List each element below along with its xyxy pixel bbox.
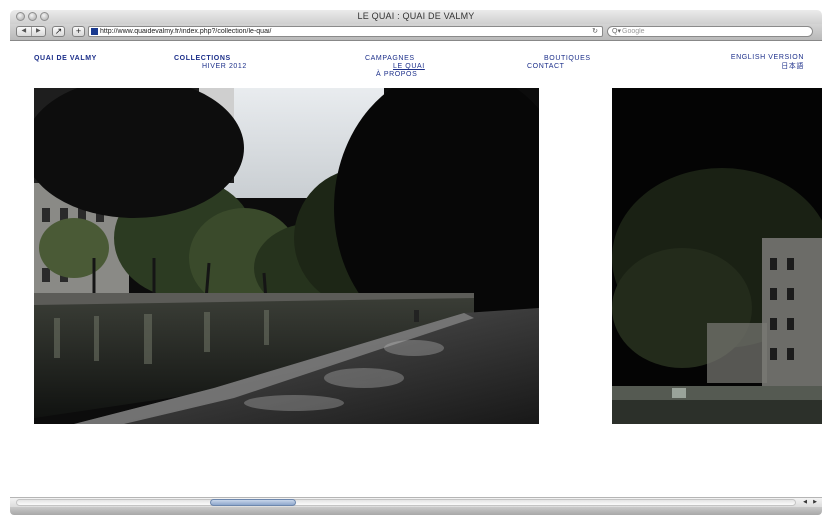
scroll-arrows: ◀ ▶ — [800, 498, 820, 507]
nav-contact[interactable]: CONTACT — [527, 63, 565, 70]
browser-toolbar: ◀ ▶ ↗ + ↻ Q▾ — [10, 24, 822, 41]
scrollbar-track[interactable] — [16, 499, 796, 506]
nav-hiver-2012[interactable]: HIVER 2012 — [202, 63, 247, 70]
window-bottom-edge — [10, 507, 822, 515]
plus-icon: + — [75, 26, 82, 36]
web-page: QUAI DE VALMY COLLECTIONS HIVER 2012 CAM… — [10, 41, 822, 497]
resize-button[interactable]: ↗ — [52, 26, 65, 37]
window-title: LE QUAI : QUAI DE VALMY — [357, 11, 475, 21]
diagonal-arrow-icon: ↗ — [54, 26, 63, 36]
forward-button[interactable]: ▶ — [30, 27, 46, 36]
reload-icon[interactable]: ↻ — [592, 27, 598, 36]
nav-campagnes[interactable]: CAMPAGNES — [365, 55, 415, 62]
history-buttons: ◀ ▶ — [16, 26, 46, 37]
nav-a-propos[interactable]: À PROPOS — [376, 71, 417, 78]
address-bar[interactable]: ↻ — [88, 26, 603, 37]
scrollbar-thumb[interactable] — [210, 499, 297, 506]
nav-collections[interactable]: COLLECTIONS — [174, 55, 231, 62]
canal-photo-image — [34, 88, 539, 424]
nav-boutiques[interactable]: BOUTIQUES — [544, 55, 591, 62]
scroll-right-button[interactable]: ▶ — [810, 498, 820, 507]
scroll-left-icon: ◀ — [803, 499, 807, 505]
nav-japanese-version[interactable]: 日本語 — [781, 61, 804, 71]
nav-english-version[interactable]: ENGLISH VERSION — [731, 54, 804, 61]
search-input[interactable] — [622, 27, 802, 36]
nav-le-quai[interactable]: LE QUAI — [393, 63, 425, 70]
brand-link[interactable]: QUAI DE VALMY — [34, 55, 97, 62]
search-icon[interactable]: Q▾ — [612, 27, 621, 36]
side-photo-image — [612, 88, 822, 424]
site-favicon-icon — [91, 28, 98, 35]
canal-photo[interactable] — [34, 88, 539, 424]
url-input[interactable] — [100, 27, 580, 36]
side-photo[interactable] — [612, 88, 822, 424]
scroll-right-icon: ▶ — [813, 499, 817, 505]
add-bookmark-button[interactable]: + — [72, 26, 85, 37]
horizontal-scrollbar[interactable]: ◀ ▶ — [10, 497, 822, 507]
back-arrow-icon: ◀ — [21, 28, 27, 34]
browser-window: LE QUAI : QUAI DE VALMY ◀ ▶ ↗ + ↻ Q▾ — [0, 0, 830, 526]
scroll-left-button[interactable]: ◀ — [800, 498, 810, 507]
back-button[interactable]: ◀ — [17, 27, 31, 36]
search-bar[interactable]: Q▾ — [607, 26, 813, 37]
title-bar: LE QUAI : QUAI DE VALMY — [10, 10, 822, 24]
forward-arrow-icon: ▶ — [35, 28, 41, 34]
